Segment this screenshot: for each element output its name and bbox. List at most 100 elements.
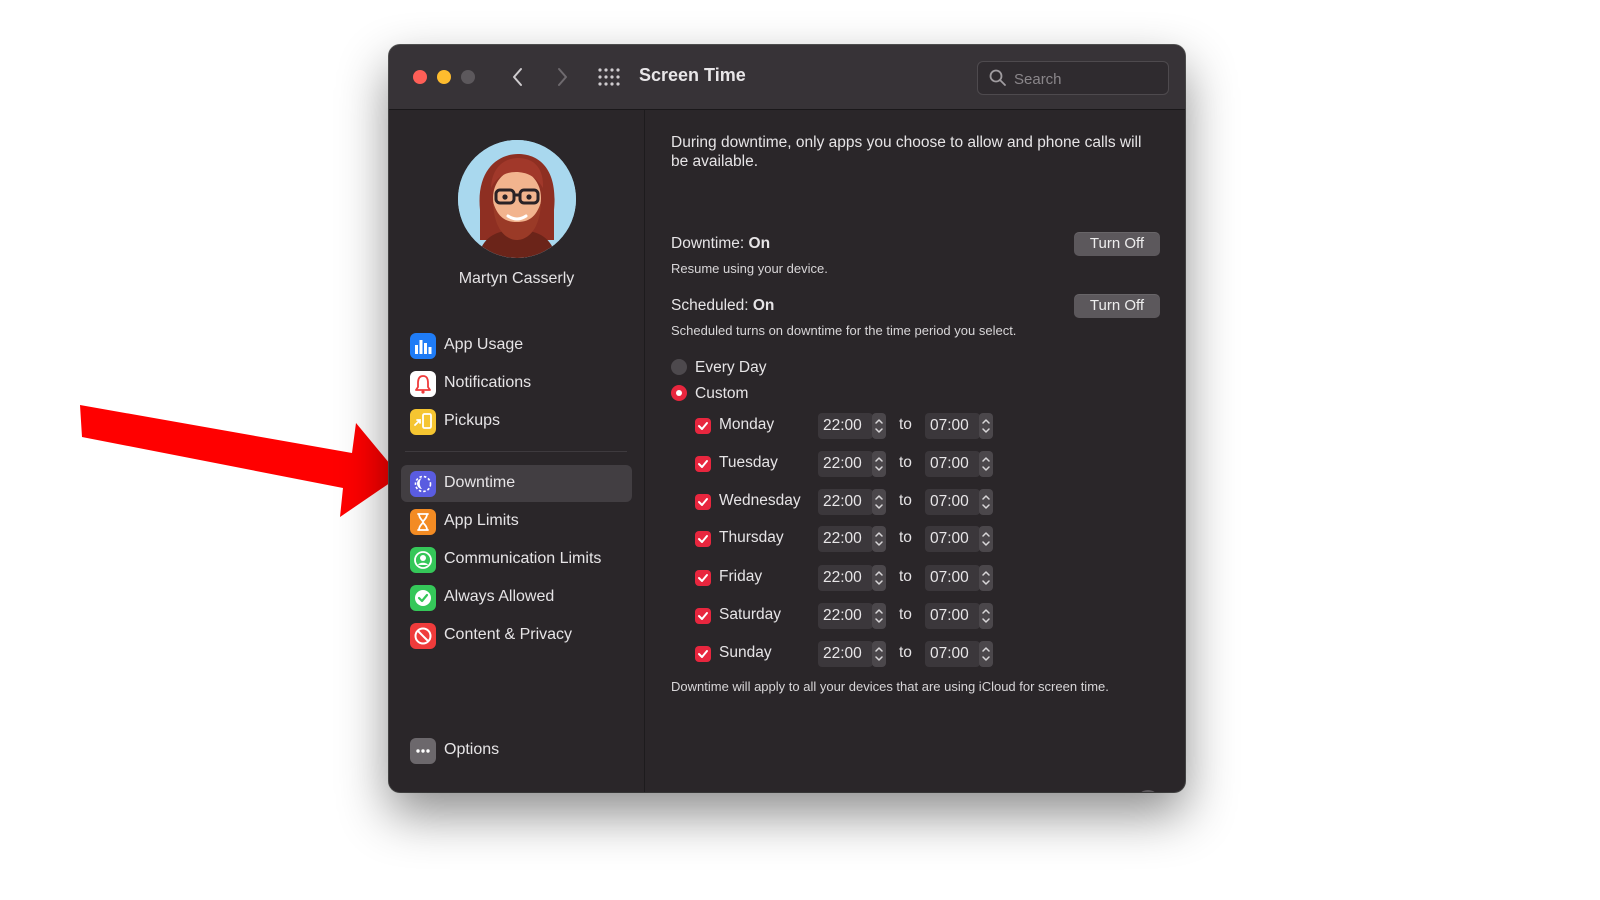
intro-text: During downtime, only apps you choose to… bbox=[671, 134, 1142, 170]
sidebar-item-label: Pickups bbox=[444, 412, 501, 429]
sidebar-item-always-allowed[interactable]: Always Allowed bbox=[401, 579, 632, 616]
custom-radio[interactable] bbox=[671, 385, 687, 401]
day-row: Sunday 22:00 to 07:00 bbox=[645, 641, 1185, 671]
to-time-field[interactable]: 07:00 bbox=[925, 489, 980, 515]
stepper-arrows-icon bbox=[979, 489, 993, 515]
day-checkbox[interactable] bbox=[695, 531, 711, 547]
from-time-field[interactable]: 22:00 bbox=[818, 526, 873, 552]
day-row: Tuesday 22:00 to 07:00 bbox=[645, 451, 1185, 481]
help-button[interactable]: ? bbox=[1136, 790, 1160, 792]
downtime-note: Resume using your device. bbox=[671, 261, 828, 276]
day-label: Thursday bbox=[719, 529, 784, 546]
stepper-arrows-icon bbox=[872, 603, 886, 629]
sidebar-item-label: Options bbox=[444, 741, 500, 758]
from-time-stepper[interactable] bbox=[872, 603, 886, 629]
from-time-stepper[interactable] bbox=[872, 489, 886, 515]
show-all-grid-icon[interactable] bbox=[598, 68, 622, 86]
to-time-field[interactable]: 07:00 bbox=[925, 603, 980, 629]
sidebar-item-downtime[interactable]: Downtime bbox=[401, 465, 632, 502]
day-checkbox[interactable] bbox=[695, 608, 711, 624]
from-time-field[interactable]: 22:00 bbox=[818, 603, 873, 629]
downtime-turn-off-button[interactable]: Turn Off bbox=[1074, 232, 1160, 256]
to-time-stepper[interactable] bbox=[979, 451, 993, 477]
sidebar-item-app-usage[interactable]: App Usage bbox=[401, 327, 632, 364]
day-row: Friday 22:00 to 07:00 bbox=[645, 565, 1185, 595]
to-time-stepper[interactable] bbox=[979, 413, 993, 439]
sidebar-item-notifications[interactable]: Notifications bbox=[401, 365, 632, 402]
to-label: to bbox=[899, 606, 912, 623]
to-time-stepper[interactable] bbox=[979, 565, 993, 591]
no-entry-icon bbox=[410, 623, 436, 649]
from-time-stepper[interactable] bbox=[872, 641, 886, 667]
scheduled-turn-off-button[interactable]: Turn Off bbox=[1074, 294, 1160, 318]
to-label: to bbox=[899, 644, 912, 661]
to-time-stepper[interactable] bbox=[979, 489, 993, 515]
sidebar-item-label: App Usage bbox=[444, 336, 524, 353]
back-button[interactable] bbox=[508, 66, 528, 88]
to-time-stepper[interactable] bbox=[979, 641, 993, 667]
to-label: to bbox=[899, 568, 912, 585]
scheduled-status-label: Scheduled: bbox=[671, 297, 749, 314]
from-time-field[interactable]: 22:00 bbox=[818, 565, 873, 591]
from-time-stepper[interactable] bbox=[872, 413, 886, 439]
custom-label: Custom bbox=[695, 385, 749, 402]
to-time-field[interactable]: 07:00 bbox=[925, 526, 980, 552]
sidebar: Martyn Casserly App Usage Notifications … bbox=[389, 110, 645, 792]
day-row: Wednesday 22:00 to 07:00 bbox=[645, 489, 1185, 519]
day-checkbox[interactable] bbox=[695, 646, 711, 662]
from-time-field[interactable]: 22:00 bbox=[818, 641, 873, 667]
search-field[interactable] bbox=[977, 61, 1169, 95]
from-time-stepper[interactable] bbox=[872, 526, 886, 552]
to-label: to bbox=[899, 454, 912, 471]
day-label: Friday bbox=[719, 568, 763, 585]
minimize-button[interactable] bbox=[437, 70, 451, 84]
zoom-button[interactable] bbox=[461, 70, 475, 84]
day-checkbox[interactable] bbox=[695, 494, 711, 510]
stepper-arrows-icon bbox=[979, 641, 993, 667]
screen-time-window: Screen Time Search Martyn Casserly App U… bbox=[389, 45, 1185, 792]
close-button[interactable] bbox=[413, 70, 427, 84]
to-time-field[interactable]: 07:00 bbox=[925, 565, 980, 591]
user-name: Martyn Casserly bbox=[458, 270, 575, 287]
every-day-radio[interactable] bbox=[671, 359, 687, 375]
sidebar-item-options[interactable]: Options bbox=[401, 732, 632, 769]
to-time-field[interactable]: 07:00 bbox=[925, 451, 980, 477]
stepper-arrows-icon bbox=[979, 413, 993, 439]
sidebar-item-label: App Limits bbox=[444, 512, 519, 529]
sidebar-item-app-limits[interactable]: App Limits bbox=[401, 503, 632, 540]
stepper-arrows-icon bbox=[872, 565, 886, 591]
sidebar-item-label: Always Allowed bbox=[444, 588, 555, 605]
from-time-stepper[interactable] bbox=[872, 565, 886, 591]
day-checkbox[interactable] bbox=[695, 418, 711, 434]
to-time-stepper[interactable] bbox=[979, 526, 993, 552]
person-icon bbox=[410, 547, 436, 573]
day-label: Wednesday bbox=[719, 492, 801, 509]
user-avatar[interactable] bbox=[458, 140, 576, 258]
day-checkbox[interactable] bbox=[695, 570, 711, 586]
sidebar-item-label: Notifications bbox=[444, 374, 532, 391]
from-time-field[interactable]: 22:00 bbox=[818, 413, 873, 439]
window-title: Screen Time bbox=[639, 65, 746, 85]
stepper-arrows-icon bbox=[872, 413, 886, 439]
sidebar-item-pickups[interactable]: Pickups bbox=[401, 403, 632, 440]
footnote: Downtime will apply to all your devices … bbox=[671, 679, 1109, 694]
to-time-field[interactable]: 07:00 bbox=[925, 413, 980, 439]
search-input[interactable] bbox=[1012, 68, 1164, 90]
checkmark-badge-icon bbox=[410, 585, 436, 611]
scheduled-note: Scheduled turns on downtime for the time… bbox=[671, 323, 1017, 338]
to-label: to bbox=[899, 416, 912, 433]
day-row: Saturday 22:00 to 07:00 bbox=[645, 603, 1185, 633]
bar-chart-icon bbox=[410, 333, 436, 359]
forward-button[interactable] bbox=[552, 66, 572, 88]
downtime-status: Downtime: On bbox=[671, 235, 770, 253]
stepper-arrows-icon bbox=[979, 451, 993, 477]
from-time-field[interactable]: 22:00 bbox=[818, 489, 873, 515]
to-time-stepper[interactable] bbox=[979, 603, 993, 629]
sidebar-divider bbox=[405, 451, 627, 452]
to-time-field[interactable]: 07:00 bbox=[925, 641, 980, 667]
sidebar-item-communication-limits[interactable]: Communication Limits bbox=[401, 541, 632, 578]
from-time-stepper[interactable] bbox=[872, 451, 886, 477]
sidebar-item-content-privacy[interactable]: Content & Privacy bbox=[401, 617, 632, 654]
from-time-field[interactable]: 22:00 bbox=[818, 451, 873, 477]
day-checkbox[interactable] bbox=[695, 456, 711, 472]
